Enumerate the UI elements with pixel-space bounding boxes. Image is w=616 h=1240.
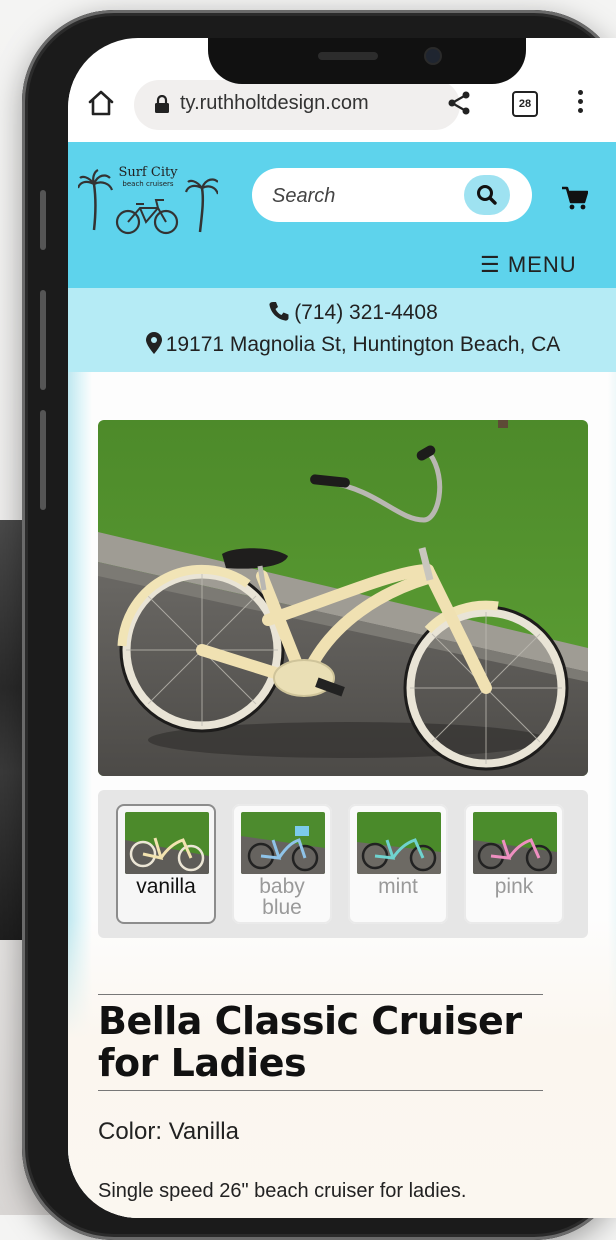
svg-text:beach cruisers: beach cruisers bbox=[122, 180, 173, 188]
phone-row[interactable]: (714) 321-4408 bbox=[68, 300, 616, 325]
url-text: ty.ruthholtdesign.com bbox=[180, 92, 369, 114]
product-color: Color: Vanilla bbox=[98, 1118, 239, 1145]
earpiece-speaker bbox=[318, 52, 378, 60]
swatch-mint[interactable]: mint bbox=[348, 804, 448, 924]
swatch-pink[interactable]: pink bbox=[464, 804, 564, 924]
more-options-icon[interactable] bbox=[576, 90, 584, 118]
swatch-label: pink bbox=[494, 875, 534, 898]
menu-button[interactable]: ☰ MENU bbox=[480, 252, 577, 278]
search-box bbox=[252, 168, 532, 224]
product-hero-image[interactable] bbox=[98, 420, 588, 776]
phone-screen: ty.ruthholtdesign.com 28 Surf City beach… bbox=[68, 38, 616, 1218]
phone-side-button bbox=[40, 290, 46, 390]
swatch-baby-blue[interactable]: baby blue bbox=[232, 804, 332, 924]
share-icon[interactable] bbox=[446, 90, 472, 116]
map-pin-icon bbox=[145, 332, 162, 354]
swatch-thumbnail bbox=[241, 812, 325, 874]
swatch-thumbnail bbox=[357, 812, 441, 874]
phone-frame: ty.ruthholtdesign.com 28 Surf City beach… bbox=[22, 10, 616, 1240]
swatch-label: baby blue bbox=[259, 875, 305, 919]
phone-icon bbox=[269, 302, 289, 321]
tab-switcher-button[interactable]: 28 bbox=[512, 91, 538, 117]
cart-icon[interactable] bbox=[562, 186, 588, 210]
surf-city-logo[interactable]: Surf City beach cruisers bbox=[78, 162, 218, 236]
phone-side-button bbox=[40, 190, 46, 250]
contact-strip: (714) 321-4408 19171 Magnolia St, Huntin… bbox=[68, 288, 616, 372]
swatch-label: mint bbox=[378, 875, 418, 898]
svg-text:Surf City: Surf City bbox=[118, 165, 178, 180]
phone-side-button bbox=[40, 410, 46, 510]
lock-icon bbox=[155, 95, 169, 113]
front-camera bbox=[426, 49, 440, 63]
product-description: Single speed 26" beach cruiser for ladie… bbox=[98, 1180, 467, 1202]
search-icon bbox=[477, 185, 497, 205]
title-divider-top bbox=[98, 994, 543, 995]
site-header: Surf City beach cruisers ☰ MENU bbox=[68, 142, 616, 288]
product-title: Bella Classic Cruiser for Ladies bbox=[98, 999, 522, 1085]
address-row[interactable]: 19171 Magnolia St, Huntington Beach, CA bbox=[68, 332, 616, 357]
swatch-label: vanilla bbox=[136, 875, 196, 898]
phone-number: (714) 321-4408 bbox=[294, 301, 438, 324]
swatch-thumbnail bbox=[473, 812, 557, 874]
home-icon[interactable] bbox=[86, 88, 116, 118]
address-text: 19171 Magnolia St, Huntington Beach, CA bbox=[165, 333, 561, 356]
address-bar[interactable]: ty.ruthholtdesign.com bbox=[134, 80, 460, 130]
title-divider-bottom bbox=[98, 1090, 543, 1091]
phone-notch bbox=[208, 38, 526, 84]
browser-toolbar: ty.ruthholtdesign.com 28 bbox=[68, 78, 616, 144]
search-button[interactable] bbox=[464, 175, 510, 215]
swatch-vanilla[interactable]: vanilla bbox=[116, 804, 216, 924]
search-input[interactable] bbox=[270, 168, 464, 224]
swatch-thumbnail bbox=[125, 812, 209, 874]
color-swatch-panel: vanilla baby blue mint pink bbox=[98, 790, 588, 938]
